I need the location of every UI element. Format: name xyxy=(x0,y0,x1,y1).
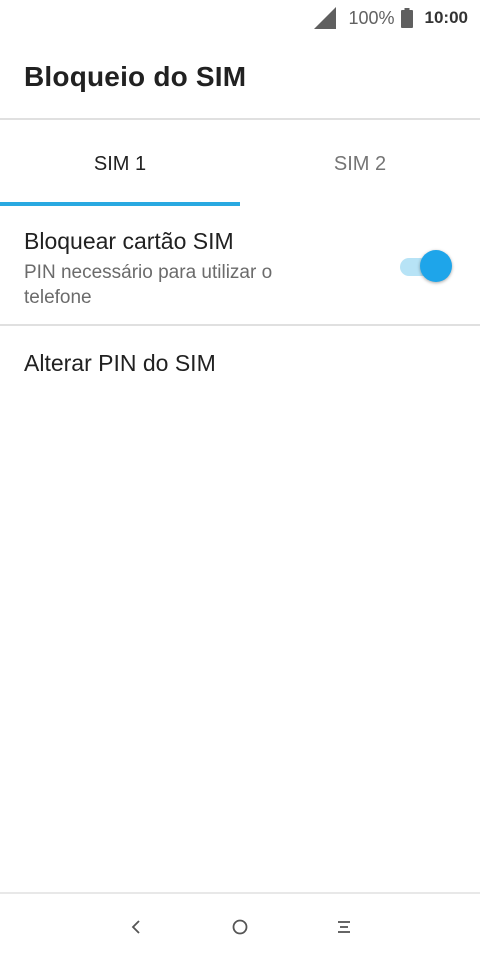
page-title: Bloqueio do SIM xyxy=(24,61,247,92)
lock-sim-card-toggle[interactable] xyxy=(400,250,452,282)
clock: 10:00 xyxy=(424,8,468,27)
tab-sim-2-label: SIM 2 xyxy=(333,152,387,175)
back-icon xyxy=(131,920,140,934)
menu-button[interactable] xyxy=(292,897,396,957)
change-sim-pin-title: Alterar PIN do SIM xyxy=(24,350,216,376)
status-bar: 100% 10:00 xyxy=(0,0,480,36)
menu-icon xyxy=(338,921,350,933)
home-icon xyxy=(232,919,248,935)
lock-sim-card-summary: PIN necessário para utilizar o telefone xyxy=(24,262,273,308)
tab-sim-1-label: SIM 1 xyxy=(93,152,147,175)
tab-sim-2[interactable]: SIM 2 xyxy=(240,122,480,206)
navigation-bar xyxy=(0,892,480,960)
lock-sim-card-setting[interactable]: Bloquear cartão SIM PIN necessário para … xyxy=(0,206,480,326)
change-sim-pin-setting[interactable]: Alterar PIN do SIM xyxy=(0,328,480,398)
battery-percentage: 100% xyxy=(348,7,395,28)
sim-tabs: SIM 1 SIM 2 xyxy=(0,122,480,206)
lock-sim-card-title: Bloquear cartão SIM xyxy=(24,228,234,254)
tab-sim-1[interactable]: SIM 1 xyxy=(0,122,240,206)
home-button[interactable] xyxy=(188,897,292,957)
back-button[interactable] xyxy=(84,897,188,957)
signal-icon xyxy=(314,7,337,29)
toggle-thumb xyxy=(420,250,452,282)
battery-icon xyxy=(400,8,413,28)
app-header: Bloqueio do SIM xyxy=(0,36,480,120)
